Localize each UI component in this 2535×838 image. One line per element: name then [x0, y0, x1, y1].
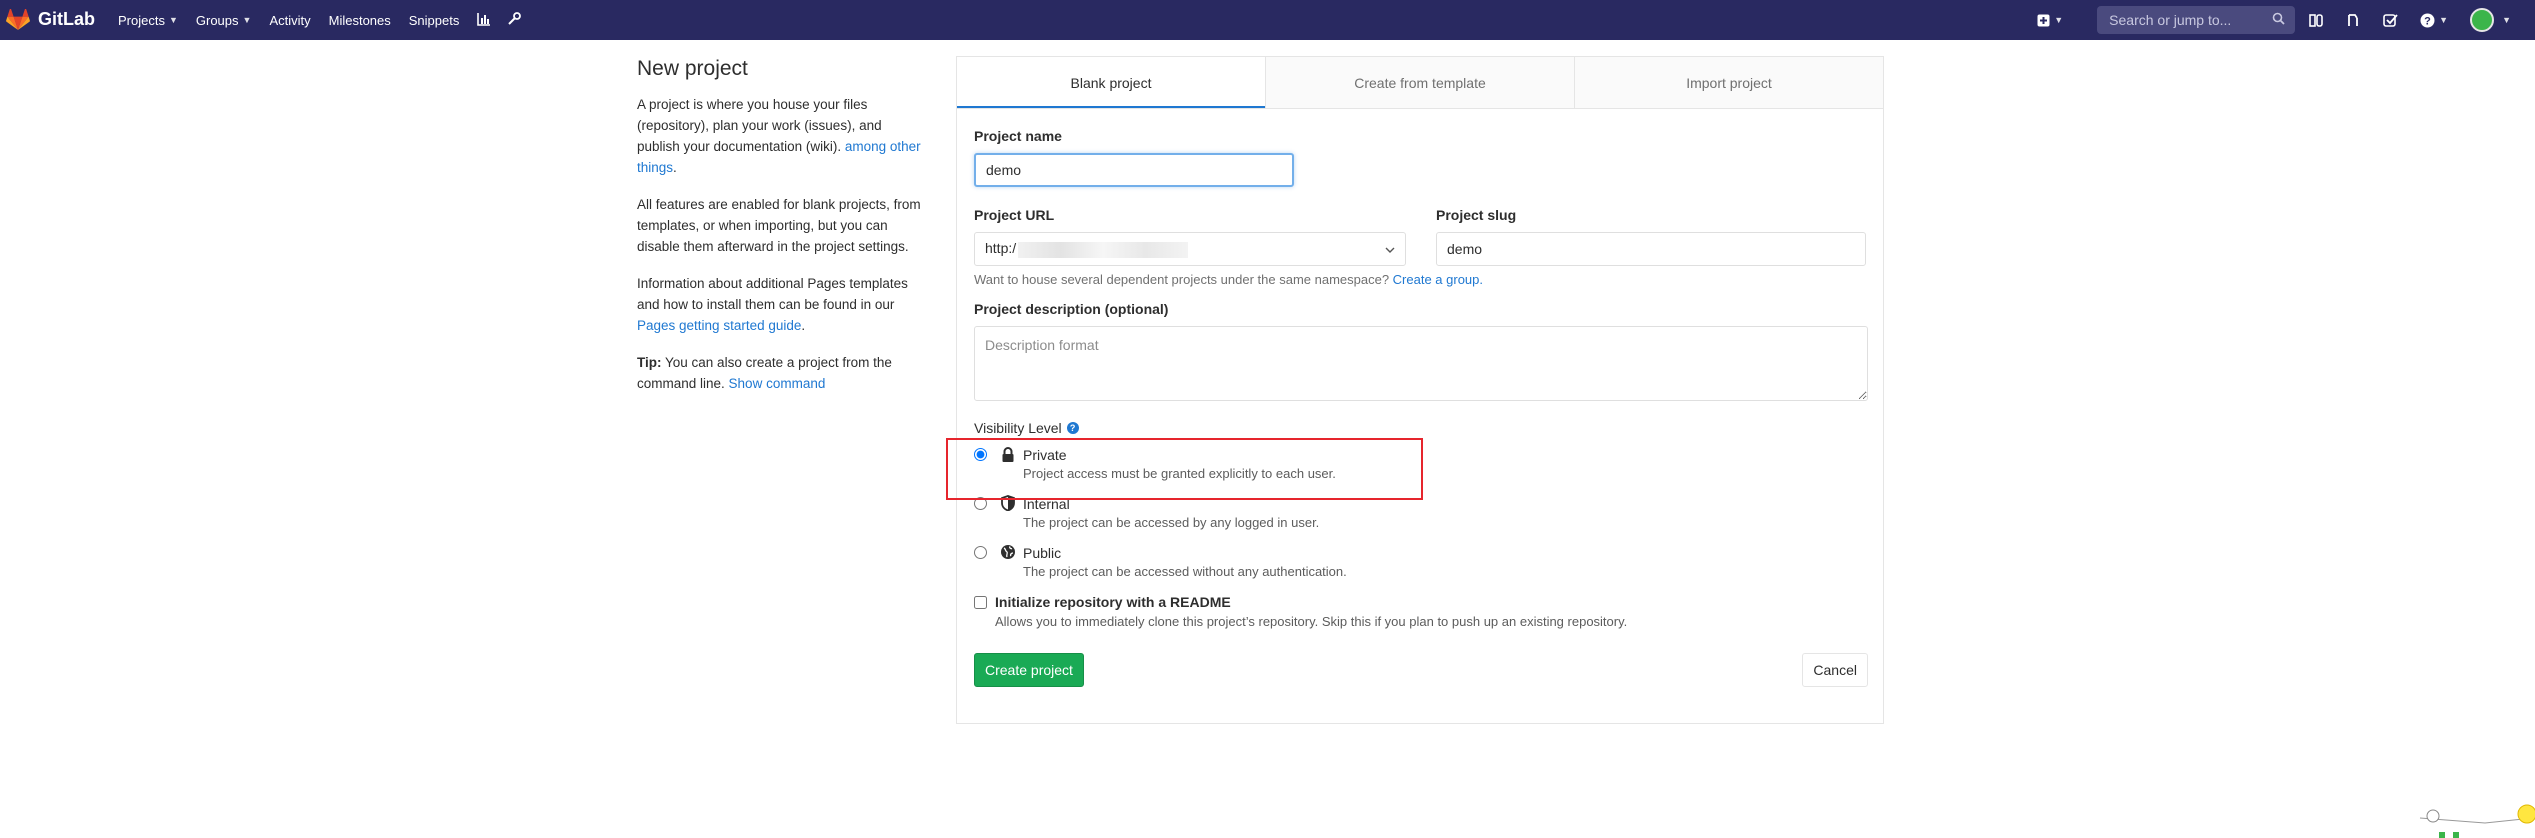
readme-checkbox[interactable] — [974, 596, 987, 609]
help-icon: ? — [2420, 13, 2435, 27]
form-actions: Create project Cancel — [974, 653, 1868, 687]
nav-groups-label: Groups — [195, 12, 239, 28]
project-url-label: Project URL — [974, 207, 1055, 223]
namespace-help: Want to house several dependent projects… — [974, 272, 1866, 287]
public-radio[interactable] — [974, 546, 987, 559]
svg-text:?: ? — [2424, 15, 2431, 27]
project-url-select[interactable]: http:/ — [974, 232, 1406, 266]
project-name-input[interactable] — [974, 153, 1294, 187]
wrench-icon[interactable] — [507, 11, 522, 29]
visibility-internal: Internal The project can be accessed by … — [974, 495, 1866, 532]
namespace-help-text: Want to house several dependent projects… — [974, 272, 1393, 287]
project-slug-input[interactable] — [1436, 232, 1866, 266]
url-slug-row: Project URL http:/ Project slug — [974, 207, 1866, 266]
chevron-down-icon: ▼ — [2502, 15, 2511, 25]
info-p3-end: . — [801, 318, 806, 333]
project-slug-label: Project slug — [1436, 207, 1517, 223]
create-project-button[interactable]: Create project — [974, 653, 1084, 687]
tip-label: Tip: — [637, 355, 662, 370]
info-paragraph-1: A project is where you house your files … — [637, 94, 927, 178]
avatar — [2470, 8, 2495, 32]
issues-icon[interactable] — [2309, 13, 2324, 28]
search-icon — [2272, 12, 2285, 28]
public-text: Public The project can be accessed witho… — [1023, 544, 1347, 581]
chart-icon[interactable] — [477, 12, 491, 29]
gitlab-logo-icon[interactable] — [6, 9, 30, 31]
create-group-link[interactable]: Create a group. — [1393, 272, 1483, 287]
nav-right: ▼ ? ▼ ▼ — [2037, 0, 2535, 40]
nav-groups[interactable]: Groups ▼ — [196, 13, 252, 28]
todo-icon[interactable] — [2383, 13, 2398, 28]
search-input[interactable] — [2107, 11, 2272, 29]
tip-paragraph: Tip: You can also create a project from … — [637, 352, 927, 394]
description-textarea[interactable] — [974, 326, 1868, 401]
project-slug-group: Project slug — [1436, 207, 1866, 266]
project-tabs: Blank project Create from template Impor… — [957, 57, 1883, 109]
info-p3-text: Information about additional Pages templ… — [637, 276, 908, 312]
project-url-value: http:/ — [985, 240, 1017, 257]
cancel-button[interactable]: Cancel — [1802, 653, 1868, 687]
nav-snippets[interactable]: Snippets — [409, 13, 460, 28]
new-project-panel: Blank project Create from template Impor… — [956, 56, 1884, 724]
help-dropdown[interactable]: ? ▼ — [2420, 13, 2448, 28]
description-label: Project description (optional) — [974, 301, 1169, 317]
corner-decoration-icon — [2419, 804, 2535, 838]
show-command-link[interactable]: Show command — [729, 376, 826, 391]
chevron-down-icon: ▼ — [242, 15, 252, 25]
public-desc: The project can be accessed without any … — [1023, 564, 1347, 579]
pages-guide-link[interactable]: Pages getting started guide — [637, 318, 801, 333]
brand-name[interactable]: GitLab — [38, 9, 95, 30]
readme-text: Initialize repository with a README Allo… — [995, 593, 1627, 633]
readme-option: Initialize repository with a README Allo… — [974, 593, 1866, 633]
main-nav: Projects ▼ Groups ▼ Activity Milestones Sn… — [118, 0, 537, 40]
tab-create-from-template[interactable]: Create from template — [1266, 57, 1575, 108]
info-paragraph-2: All features are enabled for blank proje… — [637, 197, 921, 254]
nav-milestones[interactable]: Milestones — [329, 13, 391, 28]
top-navbar: GitLab Projects ▼ Groups ▼ Activity Milest… — [0, 0, 2535, 40]
redacted-namespace — [1018, 241, 1189, 258]
question-icon[interactable]: ? — [1066, 422, 1079, 434]
chevron-down-icon — [1385, 241, 1395, 257]
info-paragraph-3: Information about additional Pages templ… — [637, 273, 927, 336]
internal-desc: The project can be accessed by any logge… — [1023, 515, 1320, 530]
public-title: Public — [1023, 545, 1062, 561]
tab-blank-project[interactable]: Blank project — [957, 57, 1266, 108]
page-title: New project — [637, 57, 748, 80]
globe-icon — [1000, 544, 1016, 560]
visibility-public: Public The project can be accessed witho… — [974, 544, 1866, 581]
annotation-highlight-box — [946, 438, 1423, 500]
project-url-value-wrap: http:/ — [985, 240, 1189, 258]
search-box[interactable] — [2097, 6, 2296, 34]
nav-projects-label: Projects — [118, 12, 165, 28]
chevron-down-icon: ▼ — [2439, 15, 2449, 25]
visibility-title: Visibility Level ? — [974, 420, 1866, 436]
new-dropdown[interactable]: ▼ — [2037, 14, 2063, 27]
project-url-group: Project URL http:/ — [974, 207, 1406, 266]
info-p1-end: . — [673, 160, 677, 175]
visibility-label: Visibility Level — [974, 420, 1062, 436]
tab-import-project[interactable]: Import project — [1575, 57, 1883, 108]
chevron-down-icon: ▼ — [2054, 15, 2064, 25]
merge-request-icon[interactable] — [2346, 13, 2361, 28]
project-name-label: Project name — [974, 128, 1062, 144]
nav-projects[interactable]: Projects ▼ — [118, 13, 178, 28]
readme-desc: Allows you to immediately clone this pro… — [995, 614, 1628, 629]
user-menu[interactable]: ▼ — [2470, 8, 2511, 32]
chevron-down-icon: ▼ — [168, 15, 178, 25]
internal-text: Internal The project can be accessed by … — [1023, 495, 1319, 532]
new-project-form: Project name Project URL http:/ Project … — [974, 128, 1868, 687]
plus-square-icon — [2037, 14, 2050, 26]
nav-activity[interactable]: Activity — [269, 13, 310, 28]
readme-title: Initialize repository with a README — [995, 594, 1231, 610]
project-info: New project A project is where you house… — [637, 56, 927, 410]
